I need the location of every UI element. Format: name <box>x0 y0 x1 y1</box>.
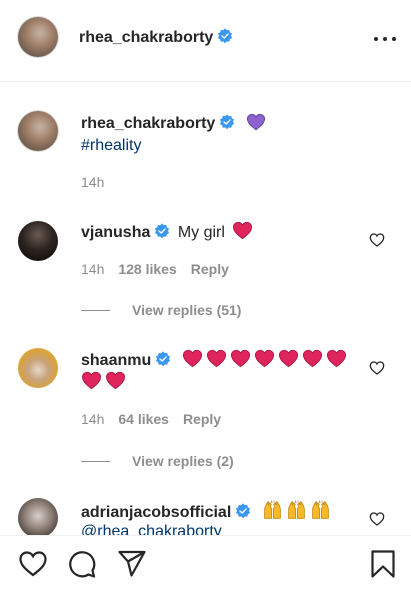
comment-likes[interactable]: 64 likes <box>118 411 169 427</box>
red-heart-icon <box>206 349 226 368</box>
like-comment-icon[interactable] <box>369 232 385 248</box>
caption-username-line: rhea_chakraborty <box>81 113 269 135</box>
comment-heart-emojis <box>182 349 350 369</box>
red-heart-icon <box>233 221 253 240</box>
verified-badge-icon <box>156 351 171 367</box>
raised-hands-icon <box>311 500 329 519</box>
comment-heart-emojis <box>81 371 129 391</box>
red-heart-icon <box>278 349 298 368</box>
raised-hands-icon <box>263 500 281 519</box>
comment-time: 14h <box>81 411 105 427</box>
commenter-avatar[interactable] <box>18 498 58 538</box>
raised-hands-icon <box>287 500 305 519</box>
commenter-username[interactable]: shaanmu <box>81 352 151 369</box>
comment-likes[interactable]: 128 likes <box>118 261 176 277</box>
purple-heart-icon <box>246 113 265 131</box>
red-heart-icon <box>81 371 102 390</box>
comment-text-line-2 <box>81 371 129 394</box>
comment-raised-hands-emojis <box>262 500 334 521</box>
verified-badge-icon <box>155 223 170 239</box>
verified-badge-icon <box>220 114 235 130</box>
reply-button[interactable]: Reply <box>183 411 221 427</box>
comment-time: 14h <box>81 261 105 277</box>
comment-text-line: vjanusha My girl <box>81 221 256 244</box>
red-heart-icon <box>105 371 126 390</box>
red-heart-icon <box>182 349 202 368</box>
caption-time: 14h <box>81 174 105 190</box>
comment-bubble-icon[interactable] <box>67 549 97 579</box>
caption-username[interactable]: rhea_chakraborty <box>81 115 215 132</box>
paper-plane-icon[interactable] <box>117 549 147 579</box>
comment-meta: 14h 64 likes Reply <box>81 411 235 427</box>
post-header: rhea_chakraborty <box>0 0 411 82</box>
action-bar <box>0 535 411 589</box>
author-username[interactable]: rhea_chakraborty <box>79 28 233 47</box>
commenter-username[interactable]: adrianjacobsofficial <box>81 504 231 521</box>
caption-hashtag[interactable]: #rheality <box>81 135 141 157</box>
view-replies-button[interactable]: View replies (51) <box>81 302 241 318</box>
commenter-avatar[interactable] <box>18 348 58 388</box>
bookmark-icon[interactable] <box>368 549 398 579</box>
reply-button[interactable]: Reply <box>191 261 229 277</box>
verified-badge-icon <box>218 28 233 44</box>
comment-meta: 14h 128 likes Reply <box>81 261 243 277</box>
replies-divider <box>81 309 110 311</box>
heart-outline-icon[interactable] <box>18 549 48 579</box>
view-replies-button[interactable]: View replies (2) <box>81 453 234 469</box>
caption-avatar[interactable] <box>18 111 58 151</box>
like-comment-icon[interactable] <box>369 360 385 376</box>
red-heart-icon <box>254 349 274 368</box>
commenter-avatar[interactable] <box>18 221 58 261</box>
comment-text-line: shaanmu <box>81 349 350 372</box>
red-heart-icon <box>302 349 322 368</box>
comment-text: My girl <box>177 224 225 241</box>
red-heart-icon <box>326 349 346 368</box>
replies-divider <box>81 460 110 462</box>
author-avatar[interactable] <box>18 17 58 57</box>
like-comment-icon[interactable] <box>369 511 385 527</box>
verified-badge-icon <box>236 503 251 519</box>
red-heart-icon <box>230 349 250 368</box>
commenter-username[interactable]: vjanusha <box>81 224 150 241</box>
more-options-icon[interactable] <box>374 29 396 49</box>
